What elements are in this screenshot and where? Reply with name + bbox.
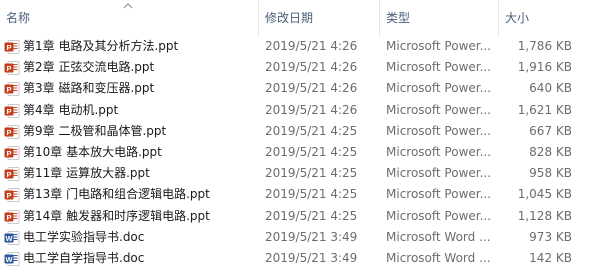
file-type: Microsoft Power... <box>386 187 492 202</box>
file-row[interactable]: P 第2章 正弦交流电路.ppt 2019/5/21 4:26 Microsoft P… <box>0 57 596 78</box>
file-modified-date: 2019/5/21 4:25 <box>265 208 358 223</box>
file-modified-date: 2019/5/21 4:26 <box>265 39 358 53</box>
file-modified-date: 2019/5/21 4:25 <box>265 123 358 138</box>
file-name: 第3章 磁路和变压器.ppt <box>23 81 155 96</box>
column-header-type-label: 类型 <box>386 11 411 25</box>
file-size: 1,621 KB <box>517 102 572 117</box>
file-name: 第10章 基本放大电路.ppt <box>23 144 162 159</box>
file-modified-date: 2019/5/21 4:25 <box>265 144 358 159</box>
file-size: 1,128 KB <box>517 208 572 223</box>
column-header-modified[interactable]: 修改日期 <box>258 0 379 36</box>
file-rows: P 第1章 电路及其分析方法.ppt 2019/5/21 4:26 Microsoft… <box>0 36 596 269</box>
file-name: 电工学自学指导书.doc <box>23 250 145 265</box>
file-type: Microsoft Power... <box>386 144 492 159</box>
file-list-view: 名称 修改日期 类型 大小 P 第1章 电路及其分析方法.ppt 2019/5/21… <box>0 0 596 278</box>
file-name: 第1章 电路及其分析方法.ppt <box>23 39 179 53</box>
svg-text:P: P <box>6 213 11 222</box>
file-type: Microsoft Power... <box>386 39 492 53</box>
file-size: 973 KB <box>529 229 572 244</box>
file-size: 1,045 KB <box>517 187 572 202</box>
svg-text:P: P <box>6 149 11 158</box>
file-type: Microsoft Power... <box>386 123 492 138</box>
file-size: 1,786 KB <box>517 39 572 53</box>
file-name: 第9章 二极管和晶体管.ppt <box>23 123 167 138</box>
file-modified-date: 2019/5/21 3:49 <box>265 229 358 244</box>
file-name: 第13章 门电路和组合逻辑电路.ppt <box>23 187 210 202</box>
file-row[interactable]: P 第11章 运算放大器.ppt 2019/5/21 4:25 Microsoft P… <box>0 163 596 184</box>
file-type: Microsoft Power... <box>386 102 492 117</box>
file-name: 第4章 电动机.ppt <box>23 102 119 117</box>
powerpoint-icon: P <box>4 124 20 140</box>
column-header-size-label: 大小 <box>505 11 530 25</box>
file-type: Microsoft Word ... <box>386 250 491 265</box>
powerpoint-icon: P <box>4 60 20 76</box>
file-size: 1,916 KB <box>517 60 572 75</box>
file-row[interactable]: W 电工学自学指导书.doc 2019/5/21 3:49 Microsoft Wor… <box>0 248 596 269</box>
powerpoint-icon: P <box>4 81 20 97</box>
file-row[interactable]: P 第3章 磁路和变压器.ppt 2019/5/21 4:26 Microsoft P… <box>0 78 596 99</box>
file-row[interactable]: P 第4章 电动机.ppt 2019/5/21 4:26 Microsoft Powe… <box>0 100 596 121</box>
powerpoint-icon: P <box>4 187 20 203</box>
svg-text:P: P <box>6 64 11 73</box>
file-size: 640 KB <box>529 81 572 96</box>
file-row[interactable]: P 第9章 二极管和晶体管.ppt 2019/5/21 4:25 Microsoft … <box>0 121 596 142</box>
column-header-row: 名称 修改日期 类型 大小 <box>0 0 596 37</box>
file-row[interactable]: P 第14章 触发器和时序逻辑电路.ppt 2019/5/21 4:25 Micros… <box>0 206 596 227</box>
powerpoint-icon: P <box>4 39 20 55</box>
file-type: Microsoft Power... <box>386 81 492 96</box>
file-type: Microsoft Power... <box>386 166 492 181</box>
file-modified-date: 2019/5/21 4:25 <box>265 187 358 202</box>
sort-ascending-icon <box>123 3 133 9</box>
file-name: 第11章 运算放大器.ppt <box>23 166 150 181</box>
word-icon: W <box>4 230 20 246</box>
word-icon: W <box>4 251 20 267</box>
file-type: Microsoft Power... <box>386 208 492 223</box>
svg-text:W: W <box>5 234 13 243</box>
file-name: 电工学实验指导书.doc <box>23 229 145 244</box>
powerpoint-icon: P <box>4 145 20 161</box>
column-header-type[interactable]: 类型 <box>379 0 498 36</box>
file-type: Microsoft Power... <box>386 60 492 75</box>
svg-text:P: P <box>6 170 11 179</box>
svg-text:P: P <box>6 43 11 52</box>
file-size: 958 KB <box>529 166 572 181</box>
file-row[interactable]: P 第13章 门电路和组合逻辑电路.ppt 2019/5/21 4:25 Micros… <box>0 184 596 205</box>
column-header-size[interactable]: 大小 <box>498 0 580 36</box>
file-type: Microsoft Word ... <box>386 229 491 244</box>
file-modified-date: 2019/5/21 4:25 <box>265 166 358 181</box>
powerpoint-icon: P <box>4 166 20 182</box>
file-name: 第14章 触发器和时序逻辑电路.ppt <box>23 208 210 223</box>
file-modified-date: 2019/5/21 3:49 <box>265 250 358 265</box>
svg-text:P: P <box>6 128 11 137</box>
powerpoint-icon: P <box>4 209 20 225</box>
file-row[interactable]: P 第1章 电路及其分析方法.ppt 2019/5/21 4:26 Microsoft… <box>0 36 596 57</box>
file-size: 667 KB <box>529 123 572 138</box>
file-row[interactable]: W 电工学实验指导书.doc 2019/5/21 3:49 Microsoft Wor… <box>0 227 596 248</box>
file-row[interactable]: P 第10章 基本放大电路.ppt 2019/5/21 4:25 Microsoft … <box>0 142 596 163</box>
file-modified-date: 2019/5/21 4:26 <box>265 60 358 75</box>
column-header-modified-label: 修改日期 <box>265 11 314 25</box>
powerpoint-icon: P <box>4 103 20 119</box>
svg-text:W: W <box>5 255 13 264</box>
svg-text:P: P <box>6 107 11 116</box>
file-modified-date: 2019/5/21 4:26 <box>265 81 358 96</box>
svg-text:P: P <box>6 85 11 94</box>
file-modified-date: 2019/5/21 4:26 <box>265 102 358 117</box>
file-size: 142 KB <box>529 250 572 265</box>
file-size: 828 KB <box>529 144 572 159</box>
file-name: 第2章 正弦交流电路.ppt <box>23 60 155 75</box>
column-header-name-label: 名称 <box>6 11 31 25</box>
svg-text:P: P <box>6 191 11 200</box>
